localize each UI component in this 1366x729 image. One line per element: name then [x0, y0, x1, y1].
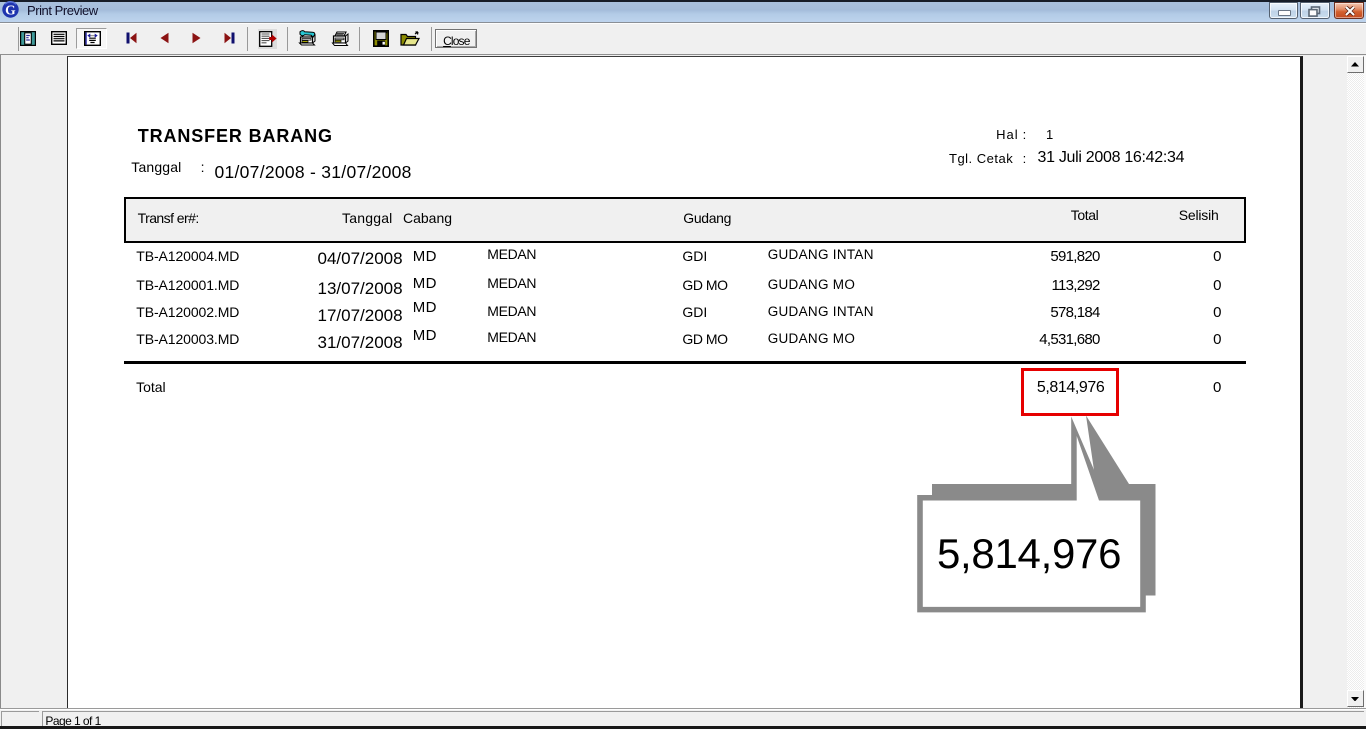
svg-text:G: G [5, 3, 16, 18]
